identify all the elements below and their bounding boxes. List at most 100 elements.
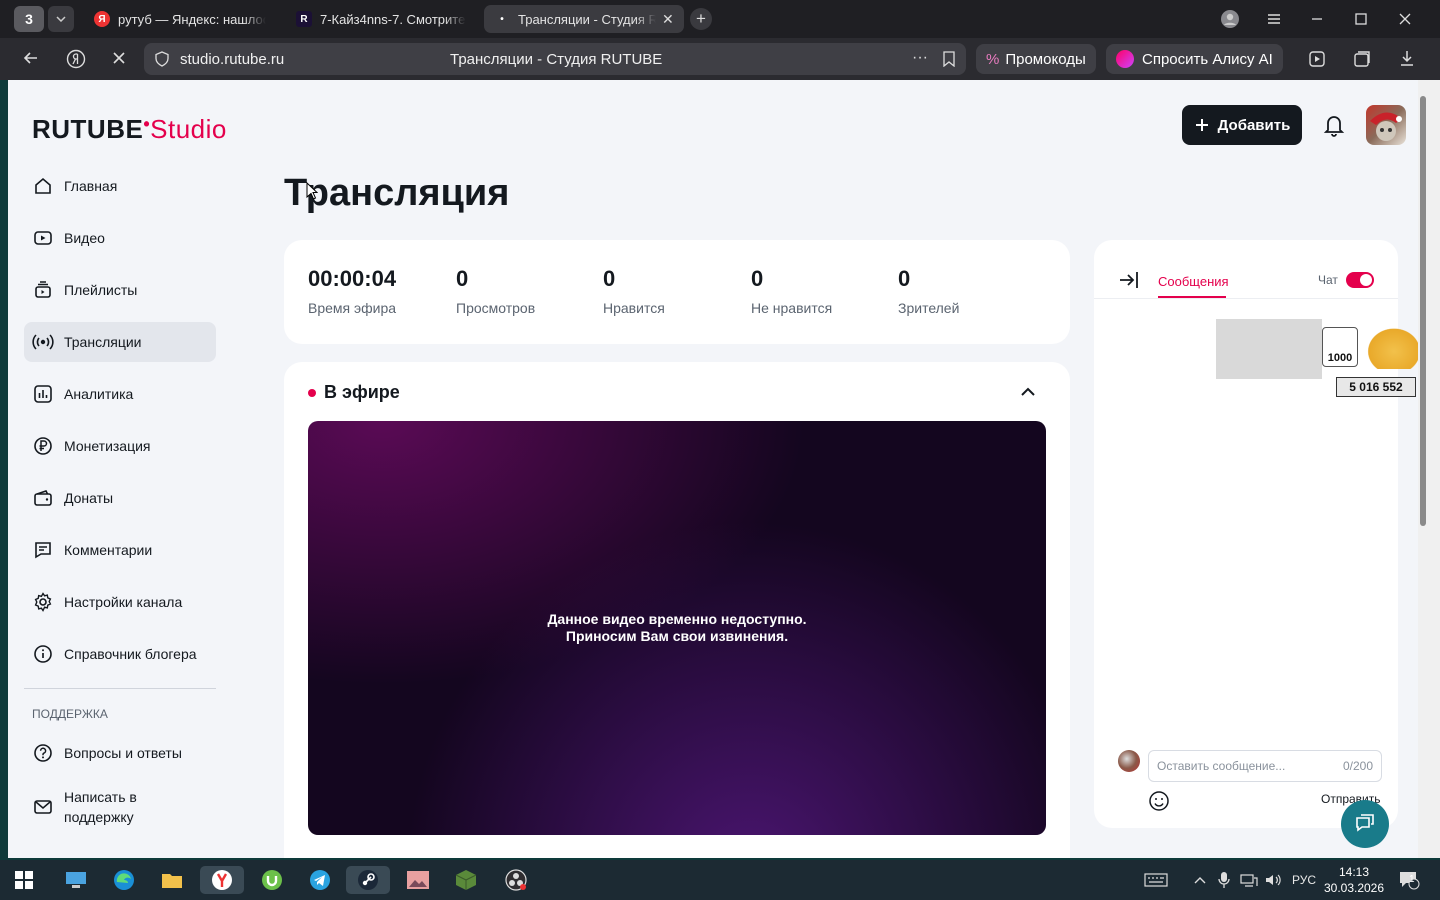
mouse-cursor-icon [306,181,319,205]
sidebar-item-comments[interactable]: Комментарии [24,530,216,570]
ask-alice-button[interactable]: Спросить Алису AI [1106,44,1283,74]
edge-browser-icon[interactable] [110,866,138,894]
stop-loading-icon[interactable] [110,49,128,72]
emoji-icon[interactable] [1148,790,1170,817]
sidebar-item-broadcasts[interactable]: Трансляции [24,322,216,362]
sidebar-item-label: Плейлисты [64,282,138,298]
chat-toggle-label: Чат [1318,273,1338,287]
broadcast-icon [32,331,54,353]
tab-messages[interactable]: Сообщения [1158,274,1229,289]
bookmark-icon[interactable] [942,51,956,72]
scrollbar-thumb[interactable] [1420,96,1426,526]
collapse-chevron-up-icon[interactable] [1020,384,1036,402]
add-button-label: Добавить [1217,116,1291,134]
network-icon[interactable] [1240,860,1258,900]
new-tab-button[interactable]: + [690,8,712,30]
rutube-studio-logo[interactable]: RUTUBE•Studio [32,114,227,145]
user-avatar[interactable] [1366,105,1406,145]
clock[interactable]: 14:13 30.03.2026 [1322,864,1386,896]
windows-start-icon[interactable] [10,866,38,894]
browser-tab-rutube-video[interactable]: R 7-Кайз4nns-7. Смотрите [286,5,476,33]
clock-time: 14:13 [1338,865,1370,879]
minimize-icon[interactable] [1310,0,1324,38]
support-chat-icon [1356,814,1374,832]
sidebar-item-playlists[interactable]: Плейлисты [24,270,216,310]
tab-counter[interactable]: 3 [14,6,44,32]
utorrent-icon[interactable] [258,866,286,894]
sidebar-item-label: Видео [64,230,105,246]
browser-tab-yandex[interactable]: Я рутуб — Яндекс: нашлось [84,5,276,33]
add-button[interactable]: Добавить [1182,105,1302,145]
site-info-icon[interactable] [154,51,170,72]
sidebar-item-donations[interactable]: Донаты [24,478,216,518]
notifications-bell-icon[interactable] [1322,112,1346,143]
overlay-counter-box: 1000 [1322,327,1358,367]
playlist-icon [32,279,54,301]
sidebar-item-monetization[interactable]: Монетизация [24,426,216,466]
tab-list-button[interactable] [48,6,74,32]
page-scrollbar[interactable] [1418,80,1440,858]
collections-icon[interactable] [1352,49,1372,74]
profile-icon[interactable] [1220,0,1240,38]
yandex-home-icon[interactable] [66,49,86,74]
download-icon[interactable] [1398,49,1416,72]
file-explorer-icon[interactable] [158,866,186,894]
yandex-browser-taskbar-icon[interactable] [200,866,244,894]
notification-center-icon[interactable]: 1 [1398,860,1420,900]
sidebar-item-faq[interactable]: Вопросы и ответы [24,733,216,773]
image-app-icon[interactable] [404,866,432,894]
close-tab-icon[interactable]: ✕ [662,11,674,28]
cat-mascot-icon [1364,325,1424,369]
computer-icon[interactable] [62,866,90,894]
sidebar-item-video[interactable]: Видео [24,218,216,258]
chat-divider [1094,298,1398,299]
menu-icon[interactable] [1266,0,1282,38]
promo-button[interactable]: % Промокоды [976,44,1096,74]
close-window-icon[interactable] [1398,0,1412,38]
sidebar-item-label: Аналитика [64,386,134,402]
stat-value: 0 [898,266,911,291]
address-bar[interactable]: studio.rutube.ru Трансляции - Студия RUT… [144,43,966,75]
media-icon[interactable] [1308,49,1328,74]
yandex-favicon-icon: Я [94,11,110,27]
analytics-icon [32,383,54,405]
microphone-icon[interactable] [1218,860,1230,900]
percent-icon: % [986,50,1000,68]
back-icon[interactable] [22,49,40,72]
sidebar-item-contact-support[interactable]: Написать в поддержку [24,785,216,829]
rutube-favicon-icon: R [296,11,312,27]
collapse-panel-icon[interactable] [1118,270,1140,295]
sidebar-item-blogger-guide[interactable]: Справочник блогера [24,634,216,674]
browser-navbar: studio.rutube.ru Трансляции - Студия RUT… [0,38,1440,80]
os-taskbar: РУС 14:13 30.03.2026 1 [0,860,1440,900]
ruble-icon [32,435,54,457]
live-stream-card: В эфире Данное видео временно недоступно… [284,362,1070,858]
help-chat-button[interactable] [1341,800,1389,848]
live-indicator-icon [308,388,316,397]
browser-tab-studio[interactable]: • Трансляции - Студия R ✕ [484,5,684,33]
maximize-icon[interactable] [1354,0,1368,38]
tab-title: Трансляции - Студия R [518,11,656,27]
chat-message-input[interactable]: Оставить сообщение... 0/200 [1148,750,1382,782]
stat-label: Время эфира [308,300,397,316]
sidebar-item-channel-settings[interactable]: Настройки канала [24,582,216,622]
minecraft-icon[interactable] [452,866,480,894]
tray-chevron-up-icon[interactable] [1194,860,1206,900]
more-icon[interactable]: ··· [912,49,928,67]
language-indicator[interactable]: РУС [1292,860,1316,900]
clock-date: 30.03.2026 [1323,881,1385,895]
keyboard-layout-icon[interactable] [1144,860,1168,900]
volume-icon[interactable] [1264,860,1282,900]
stat-value: 0 [751,266,764,291]
telegram-icon[interactable] [306,866,334,894]
sidebar-item-label: Настройки канала [64,594,183,610]
sidebar-item-analytics[interactable]: Аналитика [24,374,216,414]
sidebar-item-home[interactable]: Главная [24,166,216,206]
comment-icon [32,539,54,561]
stat-value: 0 [456,266,469,291]
video-player[interactable]: Данное видео временно недоступно. Принос… [308,421,1046,835]
steam-icon[interactable] [346,866,390,894]
sidebar-divider [24,688,216,689]
chat-toggle[interactable] [1346,272,1374,288]
obs-studio-icon[interactable] [502,866,530,894]
